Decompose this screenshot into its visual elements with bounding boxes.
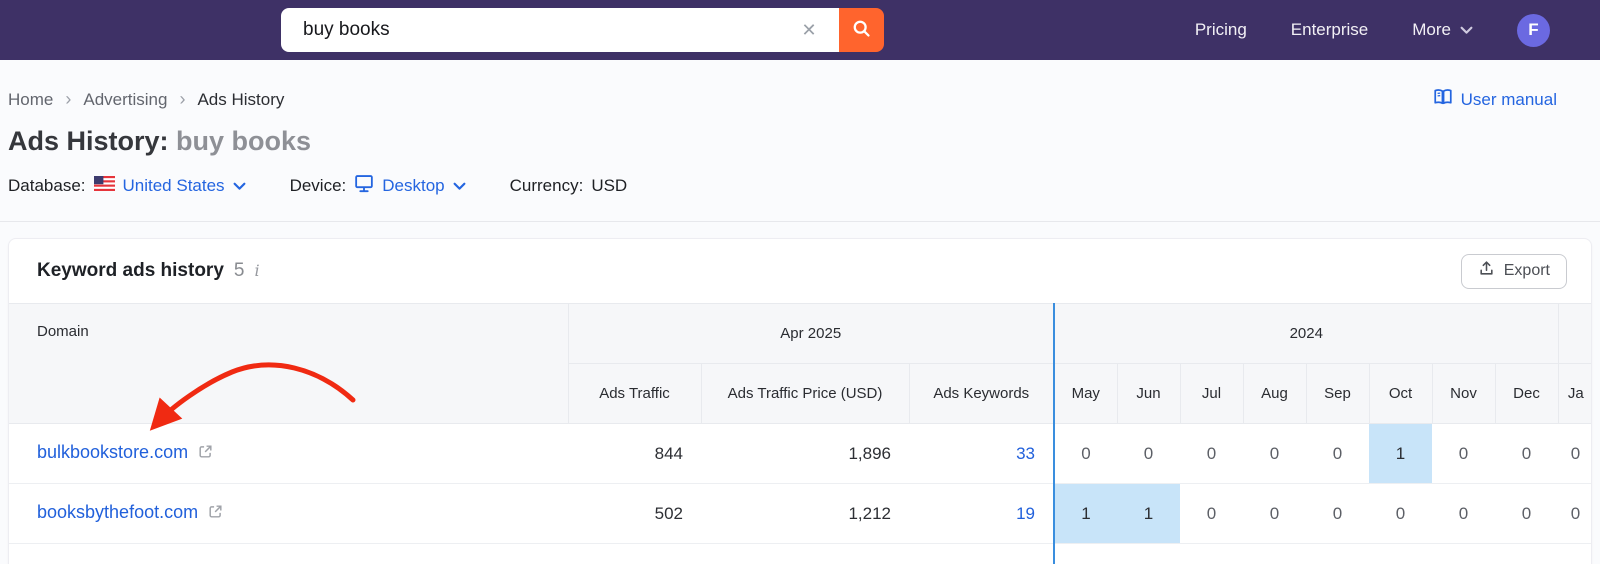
nav-more[interactable]: More (1412, 20, 1473, 40)
column-header-month: Ja (1557, 363, 1591, 424)
column-header-month: May (1053, 363, 1117, 424)
breadcrumb-current: Ads History (197, 89, 285, 109)
section-divider (0, 221, 1600, 222)
external-link-icon[interactable] (197, 445, 214, 464)
month-cell: 0 (1558, 423, 1591, 484)
ads-traffic-cell: 844 (568, 423, 701, 484)
database-selector[interactable]: United States (93, 176, 246, 196)
domain-link[interactable]: booksbythefoot.com (37, 502, 198, 522)
filter-bar: Database: United States Device: Desktop … (8, 174, 1600, 198)
breadcrumb: Home › Advertising › Ads History (8, 89, 284, 110)
group-header-row: Domain Apr 2025 2024 (9, 303, 1591, 424)
month-cell-highlighted: 1 (1117, 483, 1180, 544)
column-header-month: Aug (1242, 363, 1306, 424)
month-cell: 0 (1117, 423, 1180, 484)
breadcrumb-separator-icon: › (179, 89, 186, 109)
ads-traffic-price-cell: 1,896 (701, 423, 909, 484)
month-cell: 0 (1558, 483, 1591, 544)
month-cell-highlighted: 1 (1369, 423, 1432, 484)
month-cell: 0 (1306, 483, 1369, 544)
month-cell: 0 (1243, 423, 1306, 484)
month-cell: 0 (1306, 423, 1369, 484)
column-header-month: Sep (1305, 363, 1369, 424)
column-header-ads-traffic: Ads Traffic (567, 363, 701, 424)
ads-traffic-price-cell: 1,212 (701, 483, 909, 544)
top-bar: ✕ Pricing Enterprise More F (0, 0, 1600, 60)
column-header-month: Jun (1116, 363, 1180, 424)
column-header-month: Jul (1179, 363, 1243, 424)
currency-filter: Currency: USD (510, 176, 628, 196)
database-filter: Database: United States (8, 176, 246, 196)
top-nav: Pricing Enterprise More F (1195, 0, 1550, 60)
month-cell: 0 (1180, 483, 1243, 544)
column-header-month: Dec (1494, 363, 1558, 424)
month-cell: 0 (1243, 483, 1306, 544)
nav-enterprise[interactable]: Enterprise (1291, 20, 1368, 40)
page-title: Ads History: buy books (8, 126, 312, 156)
group-header-2024: 2024 (1053, 303, 1558, 364)
keyword-ads-history-panel: Keyword ads history 5 i Export Domain Ap… (8, 238, 1592, 564)
clear-search-icon[interactable]: ✕ (798, 19, 820, 41)
currency-label: Currency: (509, 176, 584, 195)
column-header-month: Nov (1431, 363, 1495, 424)
domain-link[interactable]: bulkbookstore.com (37, 442, 188, 462)
nav-pricing[interactable]: Pricing (1195, 20, 1247, 40)
database-label: Database: (8, 176, 86, 195)
chevron-down-icon (1460, 20, 1473, 40)
breadcrumb-advertising[interactable]: Advertising (83, 90, 167, 110)
ads-history-table: Domain Apr 2025 2024 Ads Traffic Ads Tra… (9, 303, 1591, 564)
month-cell: 0 (1369, 483, 1432, 544)
search-input[interactable] (281, 8, 839, 52)
panel-title: Keyword ads history 5 i (37, 260, 260, 281)
chevron-down-icon (453, 176, 466, 196)
chevron-down-icon (233, 176, 246, 196)
export-icon (1478, 260, 1495, 282)
us-flag-icon (93, 176, 115, 196)
ads-keywords-link[interactable]: 33 (1016, 444, 1035, 463)
currency-value: USD (591, 176, 628, 195)
breadcrumb-home[interactable]: Home (8, 90, 53, 110)
month-cell: 0 (1495, 423, 1558, 484)
breadcrumb-separator-icon: › (65, 89, 72, 109)
group-header-next-year (1557, 303, 1591, 364)
result-count: 5 (233, 260, 245, 281)
desktop-monitor-icon (354, 174, 374, 198)
month-cell: 0 (1053, 423, 1117, 484)
table-row: bulkbookstore.com 844 1,896 33 0 0 0 0 0… (9, 423, 1591, 484)
user-manual-link[interactable]: User manual (1433, 88, 1557, 111)
table-row-partial (9, 543, 1591, 564)
month-cell: 0 (1495, 483, 1558, 544)
device-selector[interactable]: Desktop (354, 174, 466, 198)
ads-traffic-cell: 502 (568, 483, 701, 544)
group-header-apr-2025: Apr 2025 (567, 303, 1054, 364)
month-cell: 0 (1432, 483, 1495, 544)
column-header-ads-keywords: Ads Keywords (908, 363, 1054, 424)
column-header-ads-traffic-price: Ads Traffic Price (USD) (700, 363, 909, 424)
ads-keywords-link[interactable]: 19 (1016, 504, 1035, 523)
device-label: Device: (289, 176, 347, 195)
device-filter: Device: Desktop (290, 174, 466, 198)
info-icon[interactable]: i (254, 261, 259, 280)
external-link-icon[interactable] (207, 505, 224, 524)
month-cell-highlighted: 1 (1053, 483, 1117, 544)
search-form: ✕ (281, 8, 884, 52)
column-header-domain: Domain (9, 303, 568, 424)
table-row: booksbythefoot.com 502 1,212 19 1 1 0 0 … (9, 483, 1591, 544)
search-icon (851, 18, 872, 42)
user-avatar[interactable]: F (1517, 13, 1550, 47)
month-cell: 0 (1432, 423, 1495, 484)
month-cell: 0 (1180, 423, 1243, 484)
column-header-month: Oct (1368, 363, 1432, 424)
search-button[interactable] (839, 8, 884, 52)
export-button[interactable]: Export (1460, 253, 1567, 289)
open-book-icon (1433, 88, 1453, 111)
page-title-query: buy books (176, 126, 312, 156)
